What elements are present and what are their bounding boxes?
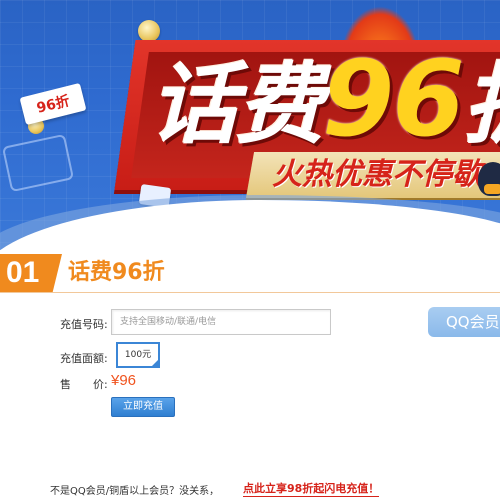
section-title: 话费96折 [68,260,165,285]
headline-number: 96 [322,38,465,160]
headline-text: 话费 [150,53,324,156]
qq-member-button[interactable]: QQ会员 [428,307,500,337]
phone-label: 充值号码: [60,318,108,331]
checkmark-icon [150,358,160,368]
banner-slogan: 火热优惠不停歇 [272,157,482,192]
section-number: 01 [0,254,62,292]
section-divider [0,292,500,293]
coin-icon [138,20,160,42]
amount-option-selected[interactable]: 100元 [116,342,160,368]
price-label: 售 价: [60,378,108,391]
amount-option-label: 100元 [124,350,152,360]
recharge-now-button[interactable]: 立即充值 [111,397,175,417]
footer-text: 不是QQ会员/铜盾以上会员？没关系， [50,486,220,497]
price-value: ¥96 [111,372,137,389]
mascot-icon [478,162,500,196]
amount-label: 充值面额: [60,352,108,365]
headline-tail: 折 [463,53,500,156]
footer-link[interactable]: 点此立享98折起闪电充值！ [243,480,380,497]
promo-banner: 96折 话费96折 火热优惠不停歇 [0,0,500,250]
phone-number-input[interactable]: 支持全国移动/联通/电信 [111,309,331,335]
section-header: 01 话费96折 [0,254,500,292]
banner-headline: 话费96折 [150,44,500,160]
